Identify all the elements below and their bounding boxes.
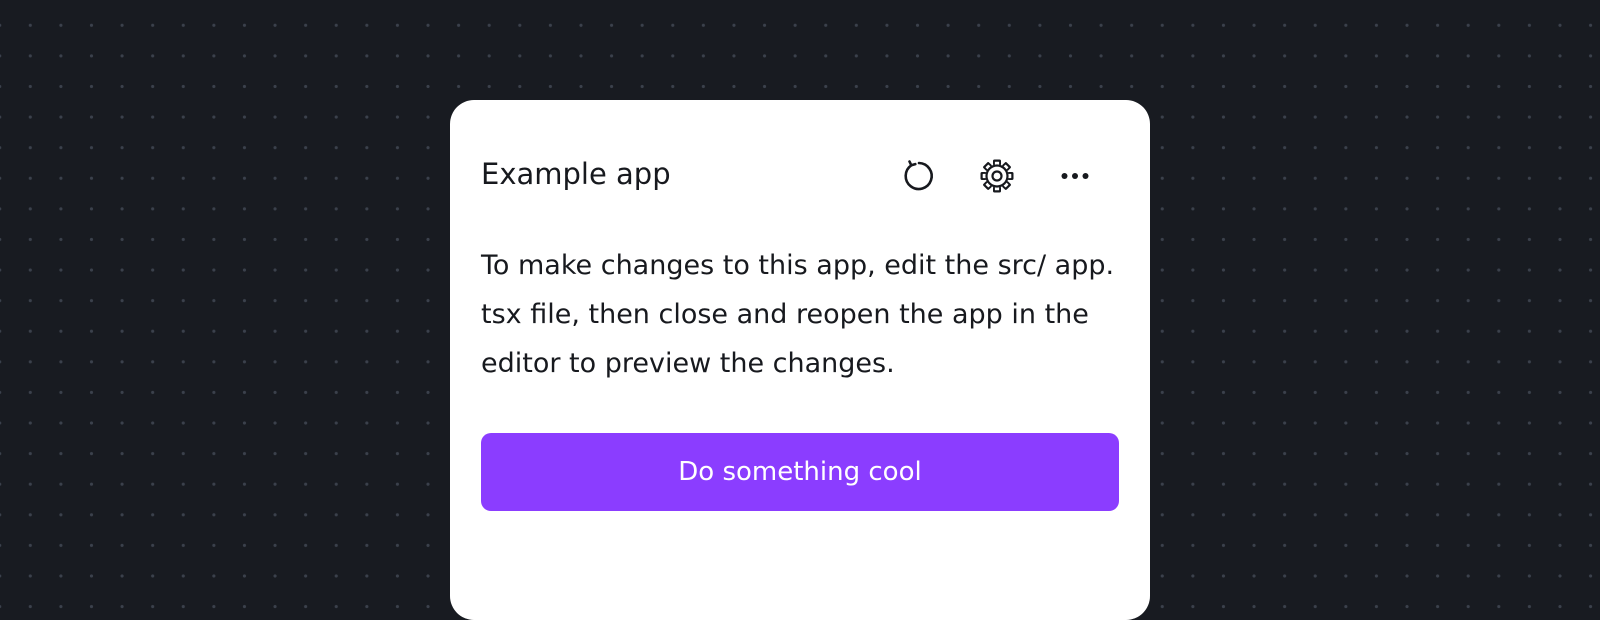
- more-options-button[interactable]: [1051, 152, 1099, 200]
- do-something-cool-button[interactable]: Do something cool: [481, 433, 1119, 511]
- more-horizontal-icon: [1055, 156, 1095, 196]
- panel-title: Example app: [481, 157, 671, 191]
- app-description: To make changes to this app, edit the sr…: [481, 250, 1115, 379]
- reload-button[interactable]: [895, 152, 943, 200]
- app-panel: Example app To make changes to this app,…: [450, 100, 1150, 620]
- settings-button[interactable]: [973, 152, 1021, 200]
- refresh-icon: [899, 156, 939, 196]
- gear-icon: [977, 156, 1017, 196]
- primary-button-label: Do something cool: [678, 457, 922, 487]
